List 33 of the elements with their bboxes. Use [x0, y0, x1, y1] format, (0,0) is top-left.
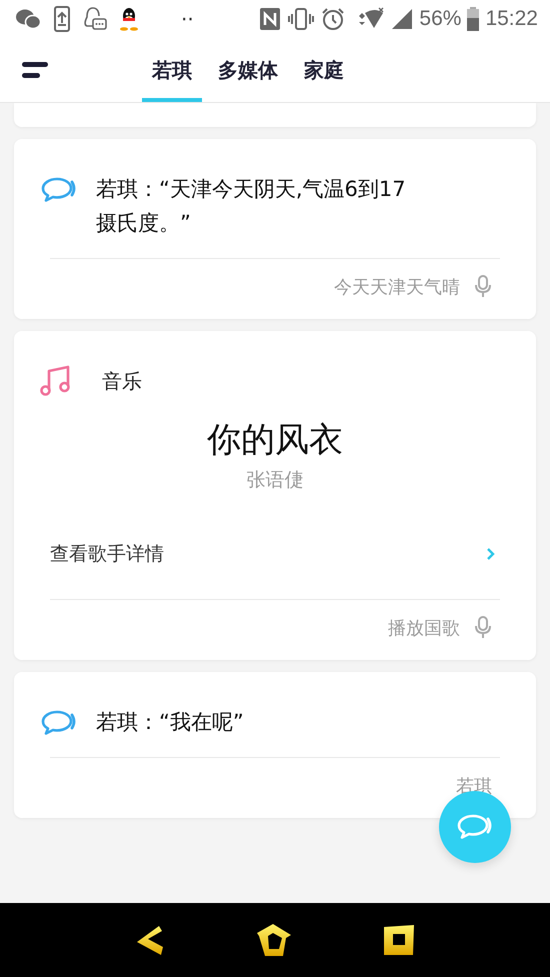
clock-time: 15:22	[485, 7, 538, 31]
home-icon	[256, 923, 292, 957]
category-label: 音乐	[102, 368, 142, 394]
speech-bubble-icon	[40, 709, 78, 737]
upload-icon	[53, 6, 71, 32]
nfc-icon	[259, 7, 282, 31]
penguin-icon	[119, 7, 139, 31]
music-note-icon	[40, 365, 72, 397]
back-icon	[135, 924, 166, 956]
battery-icon	[467, 7, 480, 31]
speech-bubble-icon	[456, 813, 494, 841]
reply-text: 若琪：“我在呢”	[96, 709, 245, 736]
tab[interactable]: 多媒体	[208, 38, 288, 102]
microphone-icon	[474, 275, 492, 299]
tab[interactable]: 家庭	[294, 38, 354, 102]
menu-button[interactable]	[22, 60, 50, 80]
chevron-right-icon	[486, 547, 496, 561]
home-button[interactable]	[256, 923, 292, 957]
menu-icon	[22, 60, 50, 80]
song-title: 你的风衣	[206, 419, 344, 462]
reply-text: 若琪：“天津今天阴天,气温6到17摄氏度。”	[96, 176, 406, 237]
artist-name: 张语倢	[246, 468, 304, 493]
alarm-icon	[321, 7, 346, 31]
back-button[interactable]	[135, 924, 166, 956]
microphone-icon	[474, 616, 492, 640]
signal-icon	[391, 8, 414, 30]
artist-details-link[interactable]: 查看歌手详情	[14, 541, 536, 567]
battery-percent: 56%	[419, 7, 462, 31]
chat-app-icon	[15, 8, 41, 30]
vibrate-icon	[287, 7, 316, 31]
recents-button[interactable]	[382, 924, 415, 956]
speech-bubble-icon	[40, 176, 78, 204]
overflow-dots: ··	[181, 9, 194, 29]
